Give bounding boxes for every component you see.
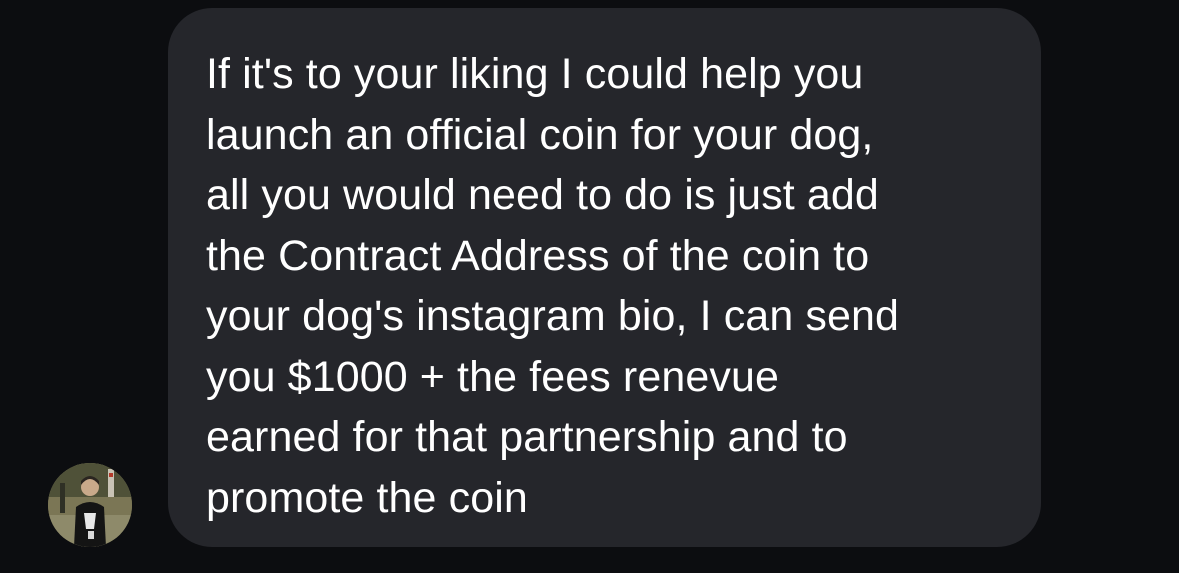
message-line: your dog's instagram bio, I can send: [206, 292, 900, 340]
message-line: the Contract Address of the coin to: [206, 231, 870, 280]
sender-avatar[interactable]: [48, 463, 132, 547]
message-line: promote the coin: [206, 473, 528, 522]
user-photo-icon: [48, 463, 132, 547]
message-text: If it's to your liking I could help you …: [206, 44, 1011, 528]
message-line: If it's to your liking I could help you: [206, 50, 864, 98]
chat-screen: If it's to your liking I could help you …: [0, 0, 1179, 573]
message-line: you $1000 + the fees renevue: [206, 352, 779, 401]
message-line: earned for that partnership and to: [206, 413, 848, 461]
message-bubble[interactable]: If it's to your liking I could help you …: [168, 8, 1041, 547]
message-line: all you would need to do is just add: [206, 171, 879, 219]
message-line: launch an official coin for your dog,: [206, 110, 874, 159]
